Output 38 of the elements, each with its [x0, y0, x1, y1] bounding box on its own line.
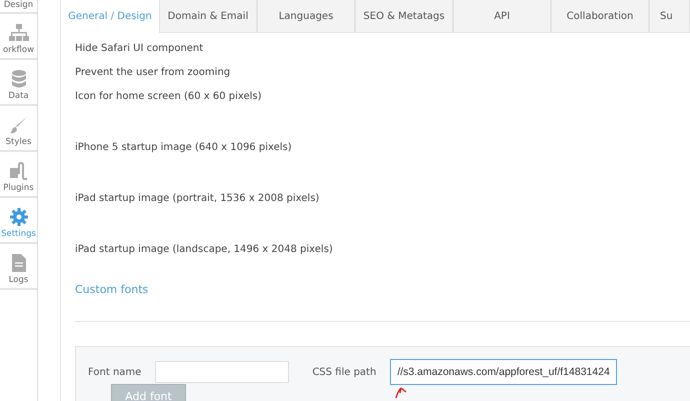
- sidebar-label: orkflow: [2, 45, 34, 55]
- sidebar-item[interactable]: Data: [0, 60, 37, 106]
- setting-label: iPad startup image (portrait, 1536 x 2008 pixels): [75, 193, 320, 204]
- sidebar-item[interactable]: Settings: [0, 198, 37, 244]
- input-field[interactable]: //s3.amazonaws.com/appforest_uf/f14831424: [390, 359, 618, 385]
- sidebar-item[interactable]: Plugins: [0, 152, 37, 198]
- sidebar-label: Design: [4, 0, 34, 10]
- section-heading: Custom fonts: [75, 283, 148, 296]
- sidebar-label: Data: [8, 91, 29, 101]
- input-field[interactable]: [155, 361, 290, 383]
- field-label: CSS file path: [312, 366, 376, 378]
- sidebar-label: Logs: [8, 275, 28, 285]
- tab[interactable]: Collaboration: [551, 0, 649, 33]
- sidebar-item[interactable]: orkflow: [0, 14, 37, 60]
- setting-label: iPhone 5 startup image (640 x 1096 pixels): [75, 142, 292, 153]
- tab[interactable]: SEO & Metatags: [355, 0, 453, 33]
- workflow-icon: [8, 24, 28, 42]
- tab[interactable]: API: [453, 0, 551, 33]
- setting-label: Icon for home screen (60 x 60 pixels): [75, 91, 262, 102]
- tab[interactable]: Su: [649, 0, 690, 33]
- brush-icon: [10, 116, 28, 134]
- sidebar-label: Styles: [6, 137, 32, 147]
- plug-icon: [10, 162, 28, 180]
- sidebar-label: Plugins: [3, 183, 34, 193]
- settings-icon: [10, 208, 28, 226]
- setting-label: iPad startup image (landscape, 1496 x 2048 pixels): [75, 244, 333, 255]
- tab[interactable]: Languages: [257, 0, 355, 33]
- sidebar-item[interactable]: Design: [0, 0, 37, 14]
- tab[interactable]: Domain & Email: [159, 0, 257, 33]
- document-icon: [12, 254, 26, 272]
- field-label: Font name: [88, 366, 142, 378]
- setting-label: Prevent the user from zooming: [75, 66, 230, 78]
- setting-label: Hide Safari UI component: [75, 42, 204, 54]
- arrow-annotation: [394, 385, 408, 399]
- database-icon: [12, 70, 26, 88]
- sidebar-label: Settings: [1, 229, 36, 239]
- sidebar-item[interactable]: Logs: [0, 244, 37, 290]
- sidebar-item[interactable]: Styles: [0, 106, 37, 152]
